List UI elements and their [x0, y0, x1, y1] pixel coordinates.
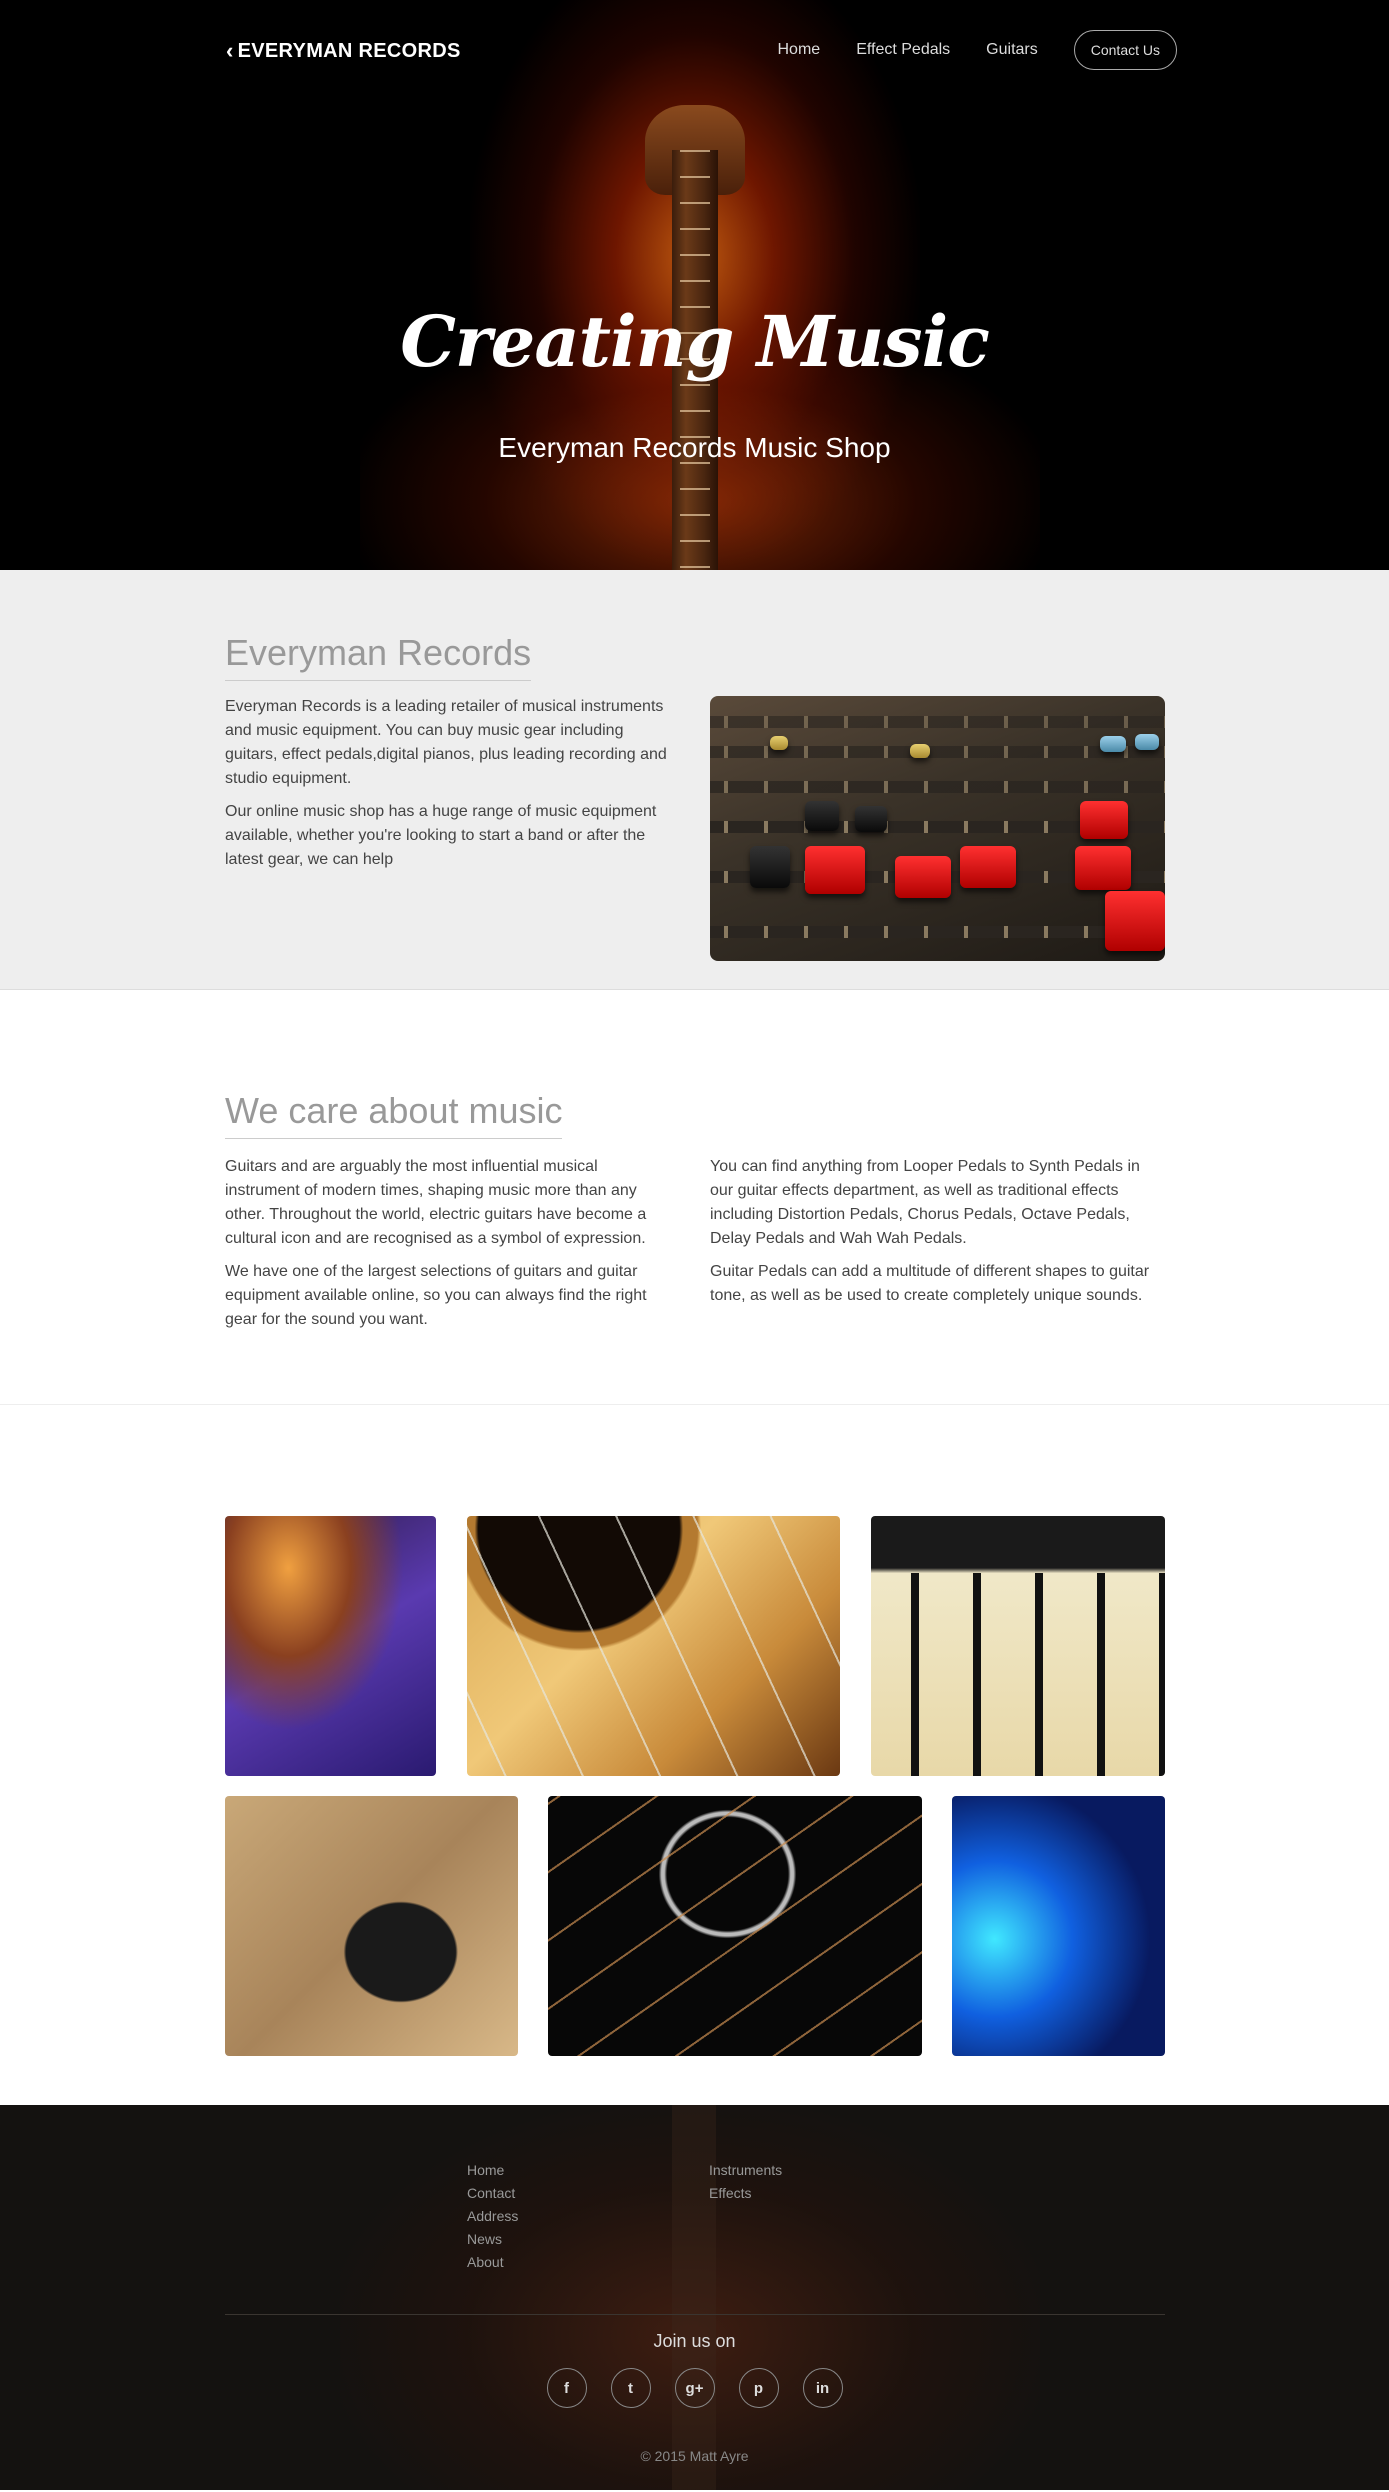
footer-link-news[interactable]: News [467, 2228, 518, 2251]
gallery-section [0, 1405, 1389, 2105]
hero-subtitle: Everyman Records Music Shop [498, 432, 891, 463]
brand-link[interactable]: ‹ EVERYMAN RECORDS [226, 38, 461, 64]
linkedin-icon[interactable]: in [802, 2368, 843, 2408]
nav-effect-pedals[interactable]: Effect Pedals [856, 41, 950, 59]
pinterest-icon[interactable]: p [738, 2368, 779, 2408]
nav-guitars[interactable]: Guitars [986, 41, 1038, 59]
about-paragraph: Everyman Records is a leading retailer o… [225, 698, 667, 787]
care-right-column: You can find anything from Looper Pedals… [710, 1155, 1160, 1317]
nav-home[interactable]: Home [778, 41, 821, 59]
social-links: f t g+ p in [0, 2368, 1389, 2408]
nav-links: Home Effect Pedals Guitars Contact Us [778, 30, 1177, 70]
footer-links-primary: Home Contact Address News About [467, 2159, 518, 2274]
footer-link-address[interactable]: Address [467, 2205, 518, 2228]
about-section: Everyman Records Everyman Records is a l… [0, 570, 1389, 990]
care-paragraph: You can find anything from Looper Pedals… [710, 1158, 1140, 1247]
footer-links-secondary: Instruments Effects [709, 2159, 782, 2205]
mixing-console-image [710, 696, 1165, 961]
chevron-left-icon: ‹ [226, 38, 234, 63]
footer-divider [225, 2314, 1165, 2315]
about-paragraph: Our online music shop has a huge range o… [225, 803, 657, 868]
footer-link-home[interactable]: Home [467, 2159, 518, 2182]
acoustic-guitar-photo[interactable] [467, 1516, 840, 1776]
facebook-icon[interactable]: f [546, 2368, 587, 2408]
footer-link-about[interactable]: About [467, 2251, 518, 2274]
electric-guitar-photo[interactable] [225, 1796, 518, 2056]
brand-name: EVERYMAN RECORDS [237, 39, 461, 62]
guitar-strings-photo[interactable] [548, 1796, 922, 2056]
twitter-icon[interactable]: t [610, 2368, 651, 2408]
about-text: Everyman Records is a leading retailer o… [225, 695, 675, 881]
footer-link-effects[interactable]: Effects [709, 2182, 782, 2205]
care-section: We care about music Guitars and are argu… [0, 990, 1389, 1405]
care-paragraph: Guitars and are arguably the most influe… [225, 1158, 647, 1247]
copyright: © 2015 Matt Ayre [640, 2448, 749, 2464]
amplifier-photo[interactable] [952, 1796, 1165, 2056]
effect-pedals-photo[interactable] [225, 1516, 436, 1776]
care-left-column: Guitars and are arguably the most influe… [225, 1155, 675, 1341]
about-title: Everyman Records [225, 632, 532, 681]
care-paragraph: We have one of the largest selections of… [225, 1263, 647, 1328]
join-us-label: Join us on [653, 2331, 736, 2351]
care-title: We care about music [225, 1090, 563, 1139]
hero-title: Creating Music [400, 300, 990, 383]
google-plus-icon[interactable]: g+ [674, 2368, 715, 2408]
footer: Home Contact Address News About Instrume… [0, 2105, 1389, 2490]
hero-section: ‹ EVERYMAN RECORDS Home Effect Pedals Gu… [0, 0, 1389, 570]
keyboard-photo[interactable] [871, 1516, 1165, 1776]
footer-link-instruments[interactable]: Instruments [709, 2159, 782, 2182]
top-navigation: ‹ EVERYMAN RECORDS Home Effect Pedals Gu… [0, 0, 1389, 100]
footer-link-contact[interactable]: Contact [467, 2182, 518, 2205]
contact-us-button[interactable]: Contact Us [1073, 30, 1177, 70]
care-paragraph: Guitar Pedals can add a multitude of dif… [710, 1263, 1150, 1304]
